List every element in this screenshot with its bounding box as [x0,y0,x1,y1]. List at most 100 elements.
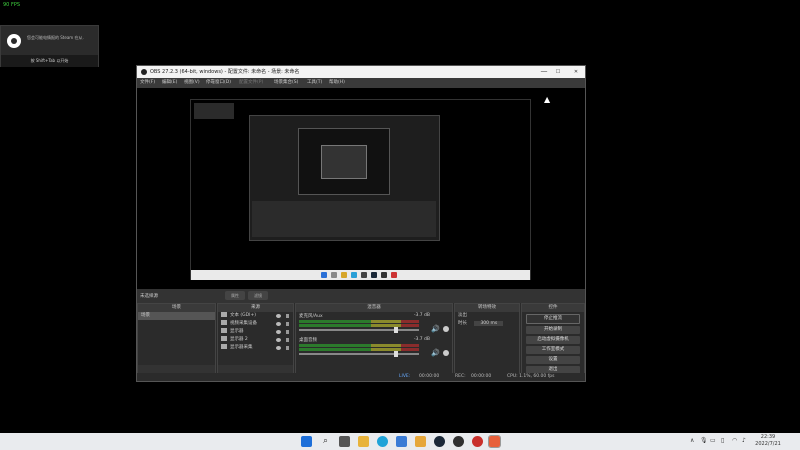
minimize-button[interactable]: — [537,67,551,75]
menu-docks[interactable]: 停靠窗口(D) [206,79,231,85]
mouse-cursor-icon: ▲ [544,95,551,104]
sources-dock: 来源 文本 (GDI+) 视频采集设备 显示器 显示器 2 显示器采集 + − … [217,303,294,382]
duration-label: 时长 [458,321,467,326]
steam-notification[interactable]: 您会可能电情报的 Steam 在从. 按 Shift+Tab 以开始 [0,25,99,67]
edge-icon[interactable] [377,436,388,447]
file-explorer-icon[interactable] [358,436,369,447]
preview-canvas[interactable] [190,99,531,280]
track-name: 麦克风/Aux [299,314,323,319]
filters-button[interactable]: 滤镜 [248,291,268,300]
menu-help[interactable]: 帮助(H) [329,79,345,85]
sources-title: 来源 [218,304,293,312]
transitions-title: 转场特效 [455,304,519,312]
nested-obs-capture [249,115,440,241]
steam-icon [7,34,21,48]
properties-button[interactable]: 属性 [225,291,245,300]
transition-select[interactable]: 淡出 [455,312,519,320]
menu-view[interactable]: 视图(V) [184,79,200,85]
eye-icon [276,346,281,350]
game-app-icon[interactable] [415,436,426,447]
active-app-icon[interactable] [488,435,501,448]
volume-slider[interactable] [299,327,419,333]
camera-icon [221,320,227,325]
mic-icon[interactable]: 🎙 [700,437,708,444]
start-recording-button[interactable]: 开始录制 [526,326,580,334]
scenes-title: 场景 [138,304,215,312]
menu-bar: 文件(F) 编辑(E) 视图(V) 停靠窗口(D) 配置文件(P) 场景集合(S… [137,78,585,88]
volume-icon[interactable]: ♪ [742,437,746,444]
stop-streaming-button[interactable]: 停止推流 [526,314,580,324]
source-item[interactable]: 文本 (GDI+) [218,312,293,320]
scene-item[interactable]: 场景 [138,312,215,320]
tray-chevron-icon[interactable]: ∧ [690,437,694,444]
duration-row: 时长 300 ms [455,320,519,328]
wifi-icon[interactable]: ◠ [732,437,737,444]
network-icon[interactable]: ▭ [710,437,716,444]
gear-icon[interactable] [443,326,449,332]
nested-docks [252,201,436,237]
red-app-icon[interactable] [472,436,483,447]
level-meter [299,320,419,323]
nested-preview-inner [321,145,367,179]
clock[interactable]: 22:39 2022/7/21 [753,434,783,448]
fps-counter: 90 FPS [3,2,21,8]
source-item[interactable]: 视频采集设备 [218,320,293,328]
source-item[interactable]: 显示器 2 [218,336,293,344]
nested-taskbar [191,270,530,280]
search-icon[interactable]: ⌕ [320,436,331,447]
windows-start-icon[interactable] [301,436,312,447]
lock-icon [286,322,289,326]
task-view-icon[interactable] [339,436,350,447]
transitions-dock: 转场特效 淡出 时长 300 ms [454,303,520,375]
mixer-track: 麦克风/Aux -3.7 dB 🔊 [296,312,452,336]
rec-time: 00:00:00 [471,374,492,379]
live-time: 00:00:00 [419,374,440,379]
menu-tools[interactable]: 工具(T) [307,79,322,85]
clock-date: 2022/7/21 [755,441,781,447]
clock-time: 22:39 [760,434,776,440]
level-meter [299,344,419,347]
live-label: LIVE: [399,374,411,379]
cpu-stats: CPU: 1.1%, 60.00 fps [507,374,555,379]
maximize-button[interactable]: ☐ [551,69,565,75]
obs-window: OBS 27.2.3 (64-bit, windows) - 配置文件: 未命名… [136,65,586,382]
obs-icon [141,69,147,75]
monitor-icon [221,328,227,333]
menu-file[interactable]: 文件(F) [140,79,155,85]
settings-button[interactable]: 设置 [526,356,580,364]
lock-icon [286,346,289,350]
steam-hint: 按 Shift+Tab 以开始 [1,55,98,67]
no-source-label: 未选择源 [140,294,158,299]
menu-scene-collection[interactable]: 场景集合(S) [274,79,298,85]
store-icon[interactable] [396,436,407,447]
virtual-camera-button[interactable]: 启动虚拟摄像机 [526,336,580,344]
mixer-track: 桌面音频 -3.7 dB 🔊 [296,336,452,360]
speaker-icon[interactable]: 🔊 [431,325,440,333]
taskbar: ⌕ ∧ 🎙 ▭ ▯ ◠ ♪ 22:39 2022/7/21 [0,433,800,450]
mixer-title: 混音器 [296,304,452,312]
preview-area[interactable]: ▲ [137,88,585,289]
menu-profile[interactable]: 配置文件(P) [239,79,263,85]
source-toolbar: 未选择源 属性 滤镜 [137,289,585,303]
steam-icon[interactable] [434,436,445,447]
duration-input[interactable]: 300 ms [474,321,504,326]
monitor-icon [221,336,227,341]
menu-edit[interactable]: 编辑(E) [162,79,177,85]
eye-icon [276,338,281,342]
obs-icon[interactable] [453,436,464,447]
gear-icon[interactable] [443,350,449,356]
close-button[interactable]: ✕ [569,69,583,75]
eye-icon [276,322,281,326]
speaker-icon[interactable]: 🔊 [431,349,440,357]
level-meter [299,348,419,351]
status-bar: LIVE: 00:00:00 REC: 00:00:00 CPU: 1.1%, … [137,373,585,381]
lock-icon [286,330,289,334]
nested-preview [298,128,390,195]
battery-icon[interactable]: ▯ [721,437,724,444]
level-meter [299,324,419,327]
volume-slider[interactable] [299,351,419,357]
text-icon [221,312,227,317]
studio-mode-button[interactable]: 工作室模式 [526,346,580,354]
source-item[interactable]: 显示器采集 [218,344,293,352]
source-item[interactable]: 显示器 [218,328,293,336]
